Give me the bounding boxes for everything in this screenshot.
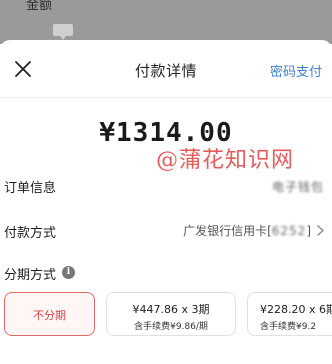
- background-amount-label: 金额: [26, 0, 53, 13]
- plan-option-6-periods[interactable]: ¥228.20 x 6期 含手续费¥9.2: [247, 292, 332, 336]
- plan-option-3-periods[interactable]: ¥447.86 x 3期 含手续费¥9.86/期: [106, 292, 236, 336]
- info-icon[interactable]: i: [62, 266, 75, 279]
- chevron-right-icon: [317, 225, 324, 236]
- payment-method-label: 付款方式: [4, 226, 57, 241]
- background-tooltip-bubble: [53, 24, 73, 40]
- header-divider: [0, 97, 332, 98]
- payment-method-selector[interactable]: 广发银行信用卡[6252]: [183, 222, 324, 239]
- plan-fee: 含手续费¥9.86/期: [134, 322, 208, 332]
- order-info-label: 订单信息: [4, 181, 57, 196]
- installment-plan-list: 不分期 ¥447.86 x 3期 含手续费¥9.86/期 ¥228.20 x 6…: [0, 292, 332, 340]
- sheet-header: 付款详情 密码支付: [0, 40, 332, 98]
- plan-title: ¥447.86 x 3期: [132, 303, 210, 316]
- order-info-text: 电子钱包: [271, 180, 324, 194]
- background-page: 金额: [0, 0, 332, 44]
- installment-label: 分期方式: [4, 268, 57, 283]
- plan-option-no-installment[interactable]: 不分期: [4, 292, 95, 336]
- plan-title: ¥228.20 x 6期: [260, 303, 332, 316]
- plan-fee: 含手续费¥9.2: [260, 322, 317, 332]
- payment-method-text: 广发银行信用卡[: [183, 224, 272, 238]
- watermark-text: @蒲花知识网: [156, 148, 295, 173]
- order-info-value: 电子钱包: [272, 178, 324, 195]
- payment-method-suffix: ]: [306, 224, 311, 238]
- payment-details-sheet: 付款详情 密码支付 ¥1314.00 @蒲花知识网 订单信息 电子钱包 付款方式…: [0, 40, 332, 364]
- card-number-masked: 6252: [271, 224, 307, 238]
- plan-title: 不分期: [33, 309, 66, 322]
- password-pay-link[interactable]: 密码支付: [270, 61, 322, 80]
